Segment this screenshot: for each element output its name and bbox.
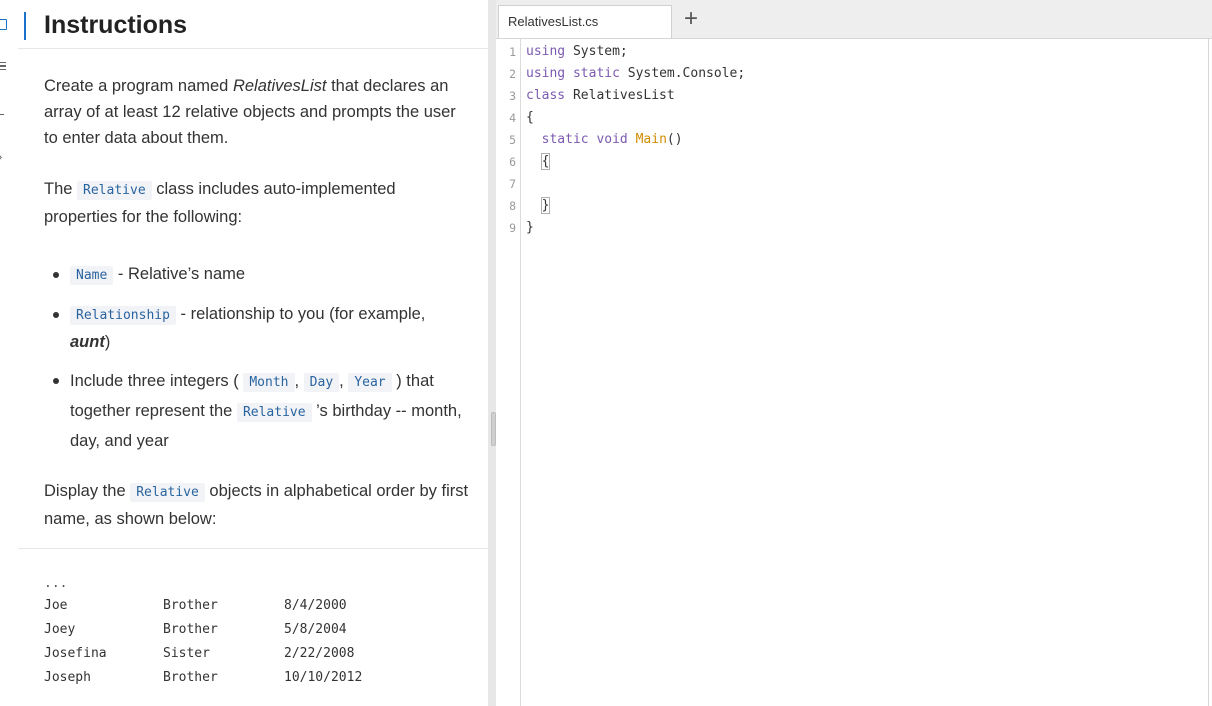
line-number: 1 bbox=[509, 45, 516, 59]
keyword: class bbox=[526, 88, 566, 103]
output-row: Josefina Sister 2/22/2008 bbox=[44, 642, 362, 666]
keyword: static bbox=[572, 66, 620, 81]
line-number: 9 bbox=[509, 221, 516, 235]
keyword: static bbox=[541, 132, 589, 147]
line-number-gutter: 1 2 3 4 5 6 7 8 9 bbox=[496, 39, 521, 706]
code-text: RelativesList bbox=[565, 88, 675, 103]
list-item-text-end: ) bbox=[104, 333, 111, 351]
instructions-header: Instructions bbox=[18, 0, 488, 49]
instructions-body: Create a program named RelativesList tha… bbox=[44, 73, 469, 532]
line-number: 7 bbox=[509, 177, 516, 191]
code-line: static void Main() bbox=[526, 129, 683, 151]
output-date: 5/8/2004 bbox=[284, 622, 347, 637]
line-number: 8 bbox=[509, 199, 516, 213]
divider bbox=[18, 548, 488, 549]
sample-output: ... Joe Brother 8/4/2000 Joey Brother 5/8/20… bbox=[44, 574, 362, 690]
code-line: } bbox=[526, 195, 551, 217]
code-text: System; bbox=[565, 44, 628, 59]
brace: } bbox=[526, 220, 534, 235]
line-number: 4 bbox=[509, 111, 516, 125]
output-row: Joseph Brother 10/10/2012 bbox=[44, 666, 362, 690]
output-relationship: Brother bbox=[163, 670, 218, 685]
list-item: Name - Relative’s name bbox=[44, 261, 469, 289]
left-icon-rail: › bbox=[0, 0, 19, 706]
ellipsis: ... bbox=[44, 576, 68, 591]
code-text: System.Console; bbox=[619, 66, 746, 81]
output-name: Joey bbox=[44, 622, 76, 637]
list-item-text: - relationship to you (for example, bbox=[175, 305, 426, 323]
output-relationship: Sister bbox=[163, 646, 210, 661]
menu-icon[interactable] bbox=[0, 60, 10, 72]
display-text: Display the bbox=[44, 482, 131, 500]
keyword: using bbox=[526, 66, 566, 81]
inline-code: Relationship bbox=[70, 306, 176, 325]
inline-code: Relative bbox=[236, 403, 312, 422]
active-indicator bbox=[24, 12, 26, 40]
code-line: class RelativesList bbox=[526, 85, 675, 107]
inline-code: Name bbox=[70, 266, 114, 285]
intro-text: Create a program named bbox=[44, 77, 233, 95]
intro-paragraph: Create a program named RelativesList tha… bbox=[44, 73, 469, 151]
inline-code: Day bbox=[303, 373, 340, 392]
line-number: 3 bbox=[509, 89, 516, 103]
separator: , bbox=[339, 372, 349, 390]
inline-code: Relative bbox=[130, 483, 205, 502]
tab-label: RelativesList.cs bbox=[508, 14, 599, 29]
output-name: Joseph bbox=[44, 670, 91, 685]
display-paragraph: Display the Relative objects in alphabet… bbox=[44, 478, 469, 532]
inline-code: Month bbox=[243, 373, 295, 392]
output-name: Josefina bbox=[44, 646, 107, 661]
line-number: 2 bbox=[509, 67, 516, 81]
code-editor[interactable]: using System; using static System.Consol… bbox=[521, 39, 1208, 706]
separator: , bbox=[294, 372, 304, 390]
code-line: } bbox=[526, 217, 534, 239]
list-item: Include three integers ( Month, Day, Yea… bbox=[44, 367, 469, 456]
output-date: 2/22/2008 bbox=[284, 646, 355, 661]
list-item-text: - Relative’s name bbox=[113, 265, 246, 283]
code-line: { bbox=[526, 107, 534, 129]
code-text: () bbox=[666, 132, 683, 147]
line-number: 6 bbox=[509, 155, 516, 169]
brace: { bbox=[526, 110, 534, 125]
code-line: using static System.Console; bbox=[526, 63, 745, 85]
example-text: aunt bbox=[70, 333, 105, 351]
output-row: Joe Brother 8/4/2000 bbox=[44, 594, 362, 618]
output-row: Joey Brother 5/8/2004 bbox=[44, 618, 362, 642]
output-relationship: Brother bbox=[163, 598, 218, 613]
chevron-right-icon[interactable]: › bbox=[0, 151, 8, 163]
class-paragraph: The Relative class includes auto-impleme… bbox=[44, 176, 469, 230]
program-name: RelativesList bbox=[232, 77, 327, 95]
keyword: using bbox=[526, 44, 566, 59]
editor-tab-bar: RelativesList.cs + bbox=[496, 0, 1212, 39]
instructions-icon[interactable] bbox=[0, 19, 7, 30]
list-item: Relationship - relationship to you (for … bbox=[44, 301, 469, 355]
output-date: 10/10/2012 bbox=[284, 670, 363, 685]
output-relationship: Brother bbox=[163, 622, 218, 637]
matched-brace: } bbox=[540, 197, 551, 214]
list-item-text: Include three integers ( bbox=[70, 372, 244, 390]
instructions-pane: Instructions Create a program named Rela… bbox=[18, 0, 488, 706]
output-icon[interactable] bbox=[0, 103, 6, 117]
editor-border bbox=[1208, 39, 1209, 706]
output-date: 8/4/2000 bbox=[284, 598, 347, 613]
keyword: void bbox=[596, 132, 628, 147]
code-line: { bbox=[526, 151, 551, 173]
tab-relativeslist-cs[interactable]: RelativesList.cs bbox=[498, 5, 672, 38]
class-text: The bbox=[44, 180, 78, 198]
code-line: using System; bbox=[526, 41, 628, 63]
line-number: 5 bbox=[509, 133, 516, 147]
method-name: Main bbox=[635, 132, 667, 147]
inline-code: Year bbox=[348, 373, 392, 392]
pane-splitter[interactable] bbox=[488, 0, 496, 706]
instructions-title: Instructions bbox=[44, 11, 188, 39]
inline-code: Relative bbox=[77, 181, 152, 200]
matched-brace: { bbox=[540, 153, 551, 170]
output-name: Joe bbox=[44, 598, 68, 613]
properties-list: Name - Relative’s name Relationship - re… bbox=[44, 261, 469, 456]
add-tab-icon[interactable]: + bbox=[684, 4, 698, 34]
